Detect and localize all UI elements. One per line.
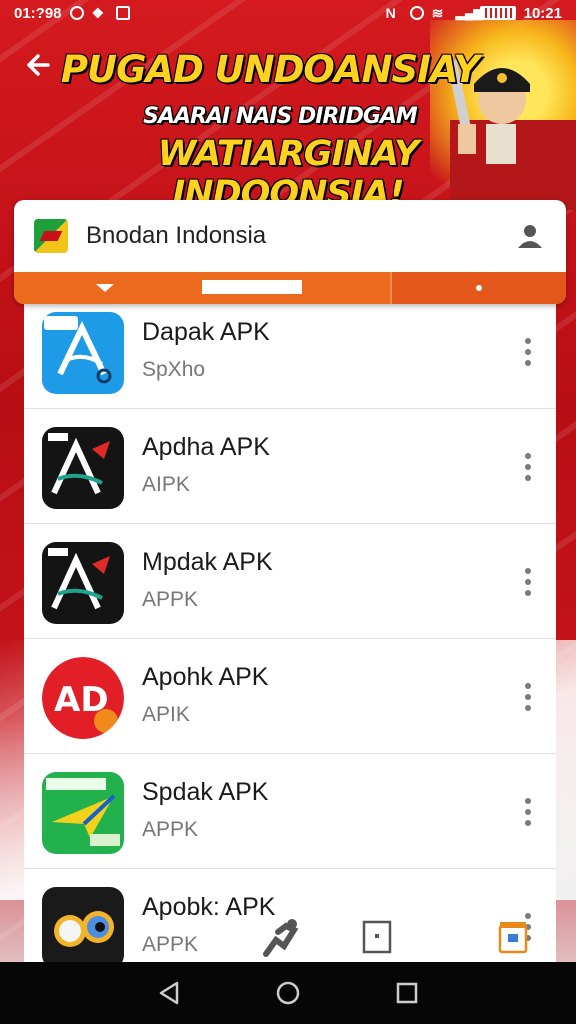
chevron-down-icon[interactable] [96,284,114,292]
list-item[interactable]: Dapak APK SpXho [24,294,556,409]
status-left: 01:?98 ❖ [14,5,130,22]
more-options-icon[interactable] [518,338,538,366]
glasses-character-icon [42,887,124,962]
sync-icon [409,6,424,20]
user-icon[interactable] [514,220,546,252]
battery-icon [479,6,516,20]
banner-title-line1: PUGAD UNDOANSIAY [60,48,480,91]
recents-nav-icon[interactable] [393,979,421,1007]
app-list: Dapak APK SpXho Apdha APK AIPK Mpdak APK… [24,294,556,962]
runner-icon[interactable] [263,919,299,957]
tab-dot-icon [476,285,482,291]
app-name: Apdha APK [142,433,270,461]
more-options-icon[interactable] [518,683,538,711]
store-header-card: Bnodan Indonsia [14,200,566,304]
app-name: Dapak APK [142,318,270,346]
app-subtitle: APPK [142,818,199,841]
more-options-icon[interactable] [518,568,538,596]
home-nav-icon[interactable] [274,979,302,1007]
app-subtitle: SpXho [142,358,206,381]
back-arrow-icon [27,54,50,76]
blue-a-icon [42,312,124,394]
status-time-right: 10:21 [523,4,562,22]
nfc-icon: N [385,5,396,21]
more-options-icon[interactable] [518,453,538,481]
status-time-left: 01:?98 [14,4,62,22]
signal-icon: ▂▄▆ [455,6,483,20]
alarm-icon [69,6,84,20]
list-item[interactable]: Spdak APK APPK [24,754,556,869]
back-nav-icon[interactable] [155,979,183,1007]
card-top: Bnodan Indonsia [14,200,566,272]
list-item[interactable]: AD Apohk APK APIK [24,639,556,754]
more-options-icon[interactable] [518,798,538,826]
back-button[interactable] [24,48,56,88]
app-name: Apohk APK [142,663,269,691]
system-nav-bar [0,962,576,1024]
notification-icon [115,6,130,20]
list-item[interactable]: Apdha APK AIPK [24,409,556,524]
app-name: Mpdak APK [142,548,273,576]
floating-toolbar [263,919,528,957]
green-plane-icon [42,772,124,854]
dropbox-icon: ❖ [91,5,105,21]
document-icon[interactable] [362,920,392,954]
wifi-icon: ≋ [431,5,444,21]
red-ad-icon: AD [42,657,124,739]
tab-indicator[interactable] [202,280,302,294]
app-name: Spdak APK [142,778,269,806]
list-item[interactable]: Mpdak APK APPK [24,524,556,639]
app-subtitle: AIPK [142,473,190,496]
card-title: Bnodan Indonsia [86,222,267,249]
black-a-rooster-icon [42,542,124,624]
status-right: N ≋ ▂▄▆ 10:21 [386,5,562,22]
app-name: Apobk: APK [142,893,276,921]
app-subtitle: APPK [142,933,199,956]
app-logo [34,219,68,253]
app-subtitle: APIK [142,703,190,726]
calendar-icon[interactable] [498,922,528,954]
banner-title-line2: SAARAI NAIS DIRIDGAM [143,104,418,129]
black-a-rooster-icon [42,427,124,509]
app-subtitle: APPK [142,588,199,611]
tab-bar [14,272,566,304]
status-bar: 01:?98 ❖ N ≋ ▂▄▆ 10:21 [0,0,576,26]
